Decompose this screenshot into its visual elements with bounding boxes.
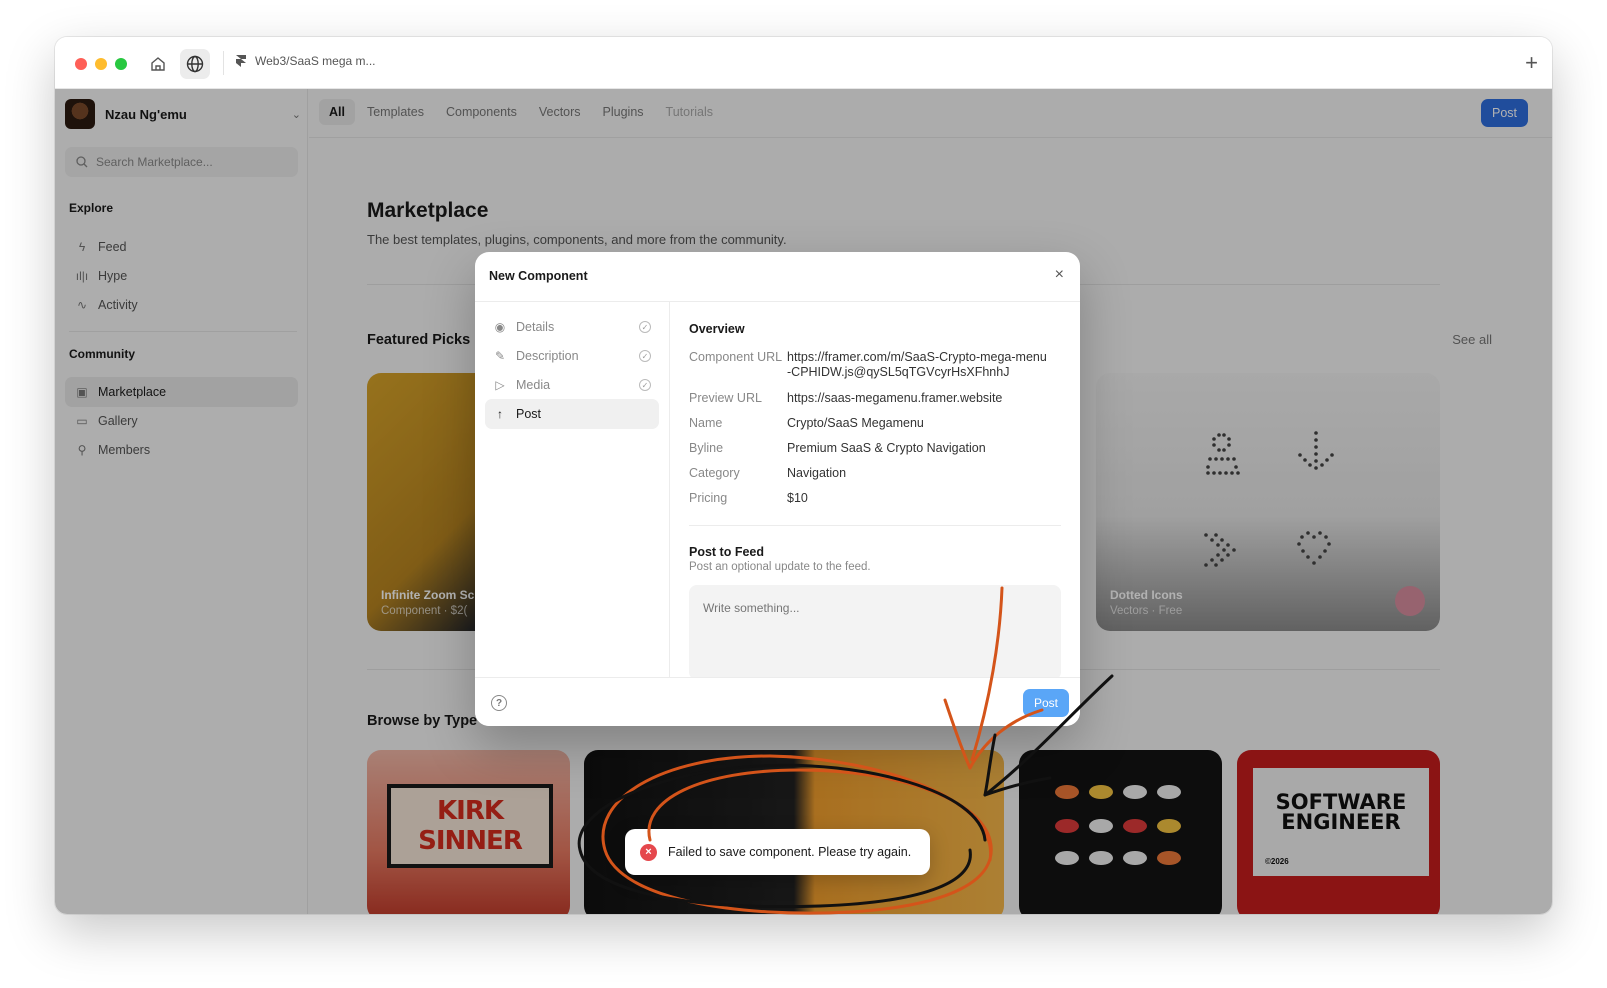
check-icon: ✓ [639,321,651,333]
step-label: Post [516,407,542,421]
step-description[interactable]: ✎ Description ✓ [485,341,659,371]
step-media[interactable]: ▷ Media ✓ [485,370,659,400]
check-icon: ✓ [639,350,651,362]
help-icon[interactable]: ? [491,695,507,711]
field-value: Premium SaaS & Crypto Navigation [787,441,986,455]
field-value: https://saas-megamenu.framer.website [787,391,1003,405]
browser-tab[interactable]: Web3/SaaS mega m... [235,54,376,68]
arrow-up-icon: ↑ [497,407,503,421]
field-component-url: Component URL https://framer.com/m/SaaS-… [689,350,1049,380]
field-label: Preview URL [689,391,762,405]
framer-logo-icon [236,55,246,67]
pencil-icon: ✎ [494,349,506,363]
field-value: Crypto/SaaS Megamenu [787,416,924,430]
post-to-feed-subtitle: Post an optional update to the feed. [689,561,871,573]
play-icon: ▷ [495,378,505,392]
dialog-title: New Component [489,269,588,283]
panel-divider [689,525,1061,526]
close-icon[interactable]: × [1055,266,1064,284]
field-label: Category [689,466,740,480]
new-tab-icon[interactable]: + [1525,51,1538,75]
step-label: Media [516,378,551,392]
titlebar: Web3/SaaS mega m... + [55,37,1552,89]
step-label: Description [516,349,579,363]
error-icon: × [640,843,657,861]
field-label: Name [689,416,723,430]
close-window-button[interactable] [75,58,87,70]
field-byline: Byline Premium SaaS & Crypto Navigation [689,441,1049,456]
check-icon: ✓ [639,379,651,391]
step-details[interactable]: ◉ Details ✓ [485,312,659,342]
overview-title: Overview [689,322,745,336]
eye-icon: ◉ [494,320,506,334]
error-toast: × Failed to save component. Please try a… [625,829,930,875]
post-to-feed-title: Post to Feed [689,545,765,559]
field-value: Navigation [787,466,847,480]
field-name: Name Crypto/SaaS Megamenu [689,416,1049,431]
field-category: Category Navigation [689,466,1049,481]
field-label: Component URL [689,350,783,364]
post-panel: Overview Component URL https://framer.co… [689,302,1061,680]
browser-tab-title: Web3/SaaS mega m... [255,54,376,68]
field-label: Byline [689,441,724,455]
submit-post-button[interactable]: Post [1022,689,1069,717]
minimize-window-button[interactable] [95,58,107,70]
field-label: Pricing [689,491,728,505]
step-post[interactable]: ↑ Post [485,399,659,429]
globe-icon[interactable] [180,49,210,79]
titlebar-separator [223,51,224,75]
field-pricing: Pricing $10 [689,491,1049,506]
post-textarea[interactable] [689,585,1061,680]
maximize-window-button[interactable] [115,58,127,70]
field-preview-url: Preview URL https://saas-megamenu.framer… [689,391,1049,406]
dialog-steps: ◉ Details ✓ ✎ Description ✓ ▷ Media ✓ ↑ … [475,302,670,677]
step-label: Details [516,320,555,334]
new-component-dialog: New Component × ◉ Details ✓ ✎ Descriptio… [475,252,1080,726]
home-icon[interactable] [145,51,171,77]
toast-message: Failed to save component. Please try aga… [668,845,912,859]
dialog-footer: ? Post [475,677,1080,726]
field-value: https://framer.com/m/SaaS-Crypto-mega-me… [787,350,1047,379]
field-value: $10 [787,491,808,505]
dialog-header: New Component × [475,252,1080,302]
